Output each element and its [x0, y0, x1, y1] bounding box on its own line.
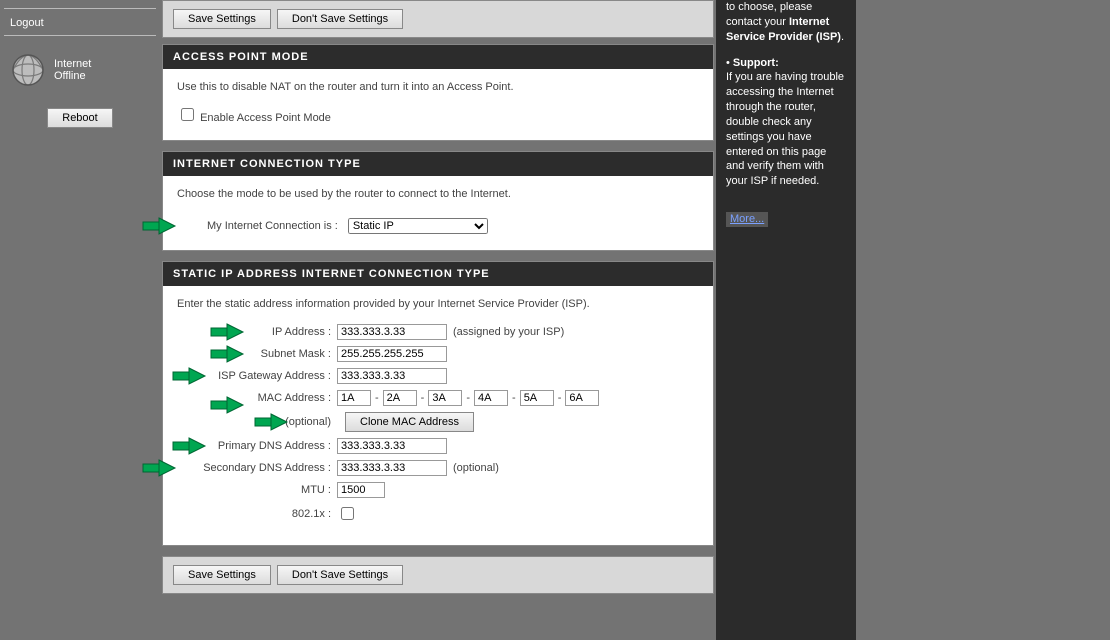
mtu-input[interactable]: [337, 482, 385, 498]
internet-connection-select[interactable]: Static IP: [348, 218, 488, 234]
dot1x-label: 802.1x :: [177, 508, 337, 520]
panel-internet-connection-type: INTERNET CONNECTION TYPE Choose the mode…: [162, 151, 714, 251]
help-sidebar: to choose, please contact your Internet …: [716, 0, 856, 640]
clone-mac-button[interactable]: Clone MAC Address: [345, 412, 474, 432]
internet-status: Internet Offline: [4, 36, 156, 104]
panel-static-ip: STATIC IP ADDRESS INTERNET CONNECTION TY…: [162, 261, 714, 546]
mac-input-4[interactable]: [520, 390, 554, 406]
mac-address-label: MAC Address :: [177, 392, 337, 404]
internet-connection-label: My Internet Connection is :: [207, 220, 338, 232]
ip-address-input[interactable]: [337, 324, 447, 340]
dot1x-checkbox[interactable]: [341, 507, 354, 520]
mac-input-1[interactable]: [383, 390, 417, 406]
dont-save-settings-button[interactable]: Don't Save Settings: [277, 9, 403, 29]
primary-dns-input[interactable]: [337, 438, 447, 454]
secondary-dns-label: Secondary DNS Address :: [177, 462, 337, 474]
left-sidebar: Logout Internet Offline Reboot: [0, 0, 160, 640]
secondary-dns-note: (optional): [453, 462, 499, 474]
main-content: Save Settings Don't Save Settings ACCESS…: [160, 0, 716, 640]
toolbar-bottom: Save Settings Don't Save Settings: [162, 556, 714, 594]
save-settings-button[interactable]: Save Settings: [173, 9, 271, 29]
globe-icon: [10, 52, 46, 88]
enable-apm-label[interactable]: Enable Access Point Mode: [177, 112, 331, 124]
staticip-description: Enter the static address information pro…: [177, 298, 699, 310]
panel-access-point-mode: ACCESS POINT MODE Use this to disable NA…: [162, 44, 714, 141]
arrow-icon: [171, 437, 207, 455]
mtu-label: MTU :: [177, 484, 337, 496]
panel-header-staticip: STATIC IP ADDRESS INTERNET CONNECTION TY…: [163, 262, 713, 286]
arrow-icon: [141, 217, 177, 235]
mac-input-2[interactable]: [428, 390, 462, 406]
save-settings-button-bottom[interactable]: Save Settings: [173, 565, 271, 585]
mac-input-3[interactable]: [474, 390, 508, 406]
arrow-icon: [209, 323, 245, 341]
logout-link[interactable]: Logout: [4, 9, 156, 36]
enable-apm-checkbox[interactable]: [181, 108, 194, 121]
internet-status-line2: Offline: [54, 70, 86, 82]
dont-save-settings-button-bottom[interactable]: Don't Save Settings: [277, 565, 403, 585]
more-link[interactable]: More...: [726, 212, 768, 227]
ict-description: Choose the mode to be used by the router…: [177, 188, 699, 200]
mac-input-5[interactable]: [565, 390, 599, 406]
arrow-icon: [253, 413, 289, 431]
ip-address-label: IP Address :: [177, 326, 337, 338]
secondary-dns-input[interactable]: [337, 460, 447, 476]
reboot-button[interactable]: Reboot: [47, 108, 112, 128]
toolbar-top: Save Settings Don't Save Settings: [162, 0, 714, 38]
arrow-icon: [141, 459, 177, 477]
internet-status-line1: Internet: [54, 58, 91, 70]
subnet-mask-label: Subnet Mask :: [177, 348, 337, 360]
panel-header-apm: ACCESS POINT MODE: [163, 45, 713, 69]
arrow-icon: [171, 367, 207, 385]
gateway-input[interactable]: [337, 368, 447, 384]
panel-header-ict: INTERNET CONNECTION TYPE: [163, 152, 713, 176]
subnet-mask-input[interactable]: [337, 346, 447, 362]
mac-input-0[interactable]: [337, 390, 371, 406]
apm-description: Use this to disable NAT on the router an…: [177, 81, 699, 93]
arrow-icon: [209, 345, 245, 363]
ip-address-note: (assigned by your ISP): [453, 326, 564, 338]
help-support-text: If you are having trouble accessing the …: [726, 71, 844, 187]
